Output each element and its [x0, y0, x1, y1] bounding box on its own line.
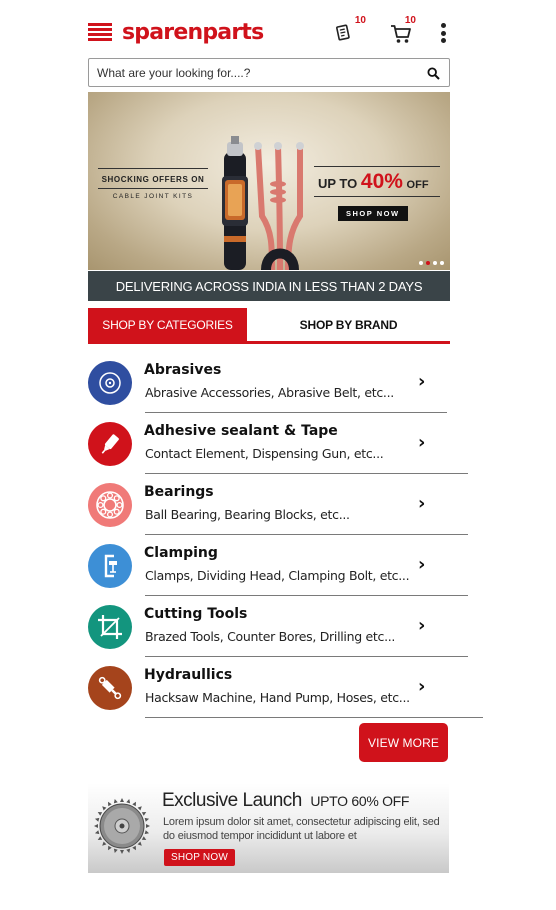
promo-title: Exclusive Launch	[162, 790, 302, 811]
promo-body-text: Lorem ipsum dolor sit amet, consectetur …	[163, 816, 440, 842]
tab-shop-by-categories[interactable]: SHOP BY CATEGORIES	[88, 308, 247, 341]
cable-joint-kit-image	[222, 136, 304, 270]
crop-cutting-icon	[88, 605, 132, 649]
view-more-button[interactable]: VIEW MORE	[359, 723, 448, 762]
banner-shop-now-button[interactable]: SHOP NOW	[338, 206, 408, 221]
hydraulic-cylinder-icon	[88, 666, 132, 710]
tab-shop-by-brand[interactable]: SHOP BY BRAND	[247, 308, 450, 341]
chevron-right-icon[interactable]: ›	[418, 371, 425, 392]
category-subtitle: Brazed Tools, Counter Bores, Drilling et…	[145, 629, 396, 644]
banner-left-caption: SHOCKING OFFERS ON CABLE JOINT KITS	[94, 168, 212, 200]
category-title: Clamping	[144, 545, 218, 561]
divider	[145, 412, 447, 413]
promo-shop-now-button[interactable]: SHOP NOW	[164, 849, 235, 866]
category-title: Adhesive sealant & Tape	[144, 423, 338, 439]
category-item-abrasives[interactable]: Abrasives Abrasive Accessories, Abrasive…	[88, 361, 483, 422]
banner-caption-line1: SHOCKING OFFERS ON	[101, 175, 205, 184]
clamp-icon	[88, 544, 132, 588]
banner-caption-line2: CABLE JOINT KITS	[112, 193, 194, 200]
category-item-cutting-tools[interactable]: Cutting Tools Brazed Tools, Counter Bore…	[88, 605, 483, 666]
offer-suffix: OFF	[406, 179, 429, 191]
divider	[145, 534, 468, 535]
promo-banner[interactable]: SHOCKING OFFERS ON CABLE JOINT KITS UP T…	[88, 92, 450, 270]
more-vertical-icon[interactable]	[438, 23, 448, 43]
category-title: Hydraullics	[144, 667, 233, 683]
divider	[145, 473, 468, 474]
carousel-dot[interactable]	[419, 261, 423, 265]
quote-list-button[interactable]: 10	[332, 15, 366, 46]
offer-prefix: UP TO	[318, 176, 358, 191]
brand-logo[interactable]: sparenparts	[88, 18, 264, 46]
logo-text: sparenparts	[122, 19, 264, 45]
promo-heading: Exclusive Launch UPTO 60% OFF	[162, 790, 409, 812]
saw-blade-icon	[94, 798, 150, 854]
divider	[145, 656, 468, 657]
banner-offer-text: UP TO 40% OFF	[314, 167, 440, 196]
carousel-dot[interactable]	[440, 261, 444, 265]
carousel-dots[interactable]	[419, 261, 444, 265]
category-subtitle: Clamps, Dividing Head, Clamping Bolt, et…	[145, 568, 410, 583]
promo-offer: UPTO 60% OFF	[310, 793, 410, 809]
category-subtitle: Ball Bearing, Bearing Blocks, etc...	[145, 507, 350, 522]
category-item-clamping[interactable]: Clamping Clamps, Dividing Head, Clamping…	[88, 544, 483, 605]
chevron-right-icon[interactable]: ›	[418, 493, 425, 514]
abrasive-disc-icon	[88, 361, 132, 405]
category-title: Cutting Tools	[144, 606, 248, 622]
divider	[145, 717, 483, 718]
category-item-hydraullics[interactable]: Hydraullics Hacksaw Machine, Hand Pump, …	[88, 666, 483, 727]
chevron-right-icon[interactable]: ›	[418, 554, 425, 575]
bearing-icon	[88, 483, 132, 527]
carousel-dot[interactable]	[433, 261, 437, 265]
search-bar	[88, 58, 450, 87]
category-title: Bearings	[144, 484, 214, 500]
quote-list-icon	[336, 24, 350, 41]
banner-offer: UP TO 40% OFF SHOP NOW	[314, 166, 440, 221]
hamburger-menu-icon[interactable]	[88, 23, 112, 41]
divider	[145, 595, 468, 596]
app-header: sparenparts 10 10	[88, 14, 450, 50]
quote-count-badge: 10	[354, 15, 366, 26]
category-item-bearings[interactable]: Bearings Ball Bearing, Bearing Blocks, e…	[88, 483, 483, 544]
category-item-adhesive-sealant-tape[interactable]: Adhesive sealant & Tape Contact Element,…	[88, 422, 483, 483]
search-icon[interactable]	[427, 67, 440, 80]
chevron-right-icon[interactable]: ›	[418, 676, 425, 697]
category-subtitle: Contact Element, Dispensing Gun, etc...	[145, 446, 384, 461]
carousel-dot[interactable]	[426, 261, 430, 265]
category-subtitle: Hacksaw Machine, Hand Pump, Hoses, etc..…	[145, 690, 410, 705]
category-subtitle: Abrasive Accessories, Abrasive Belt, etc…	[145, 385, 394, 400]
category-title: Abrasives	[144, 362, 222, 378]
adhesive-tube-icon	[88, 422, 132, 466]
cart-button[interactable]: 10	[388, 15, 418, 46]
delivery-strip: DELIVERING ACROSS INDIA IN LESS THAN 2 D…	[88, 271, 450, 301]
chevron-right-icon[interactable]: ›	[418, 432, 425, 453]
offer-percent: 40%	[360, 170, 403, 193]
chevron-right-icon[interactable]: ›	[418, 615, 425, 636]
exclusive-launch-banner[interactable]: Exclusive Launch UPTO 60% OFF Lorem ipsu…	[88, 783, 449, 873]
cart-icon	[391, 25, 411, 43]
search-input[interactable]	[97, 65, 407, 81]
category-tabs: SHOP BY CATEGORIES SHOP BY BRAND	[88, 308, 450, 344]
